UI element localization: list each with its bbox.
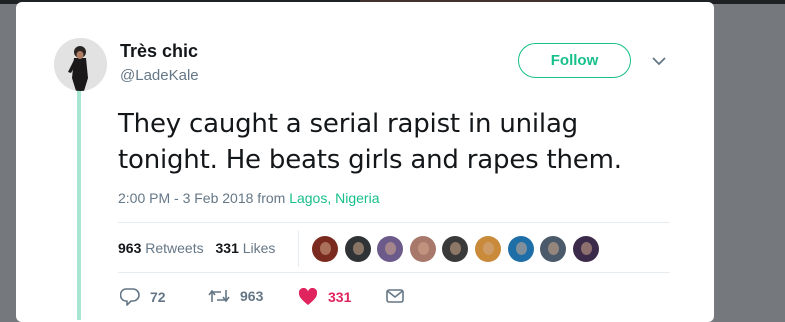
tweet-stats: 963 Retweets 331 Likes [118, 240, 275, 256]
liker-avatar-3[interactable] [377, 236, 404, 262]
reply-icon [120, 288, 140, 306]
retweets-stat[interactable]: 963 Retweets [118, 240, 204, 256]
chevron-down-icon[interactable] [650, 54, 668, 68]
message-button[interactable] [386, 288, 404, 304]
retweets-count: 963 [118, 240, 142, 256]
reply-button[interactable]: 72 [120, 288, 166, 306]
likes-count: 331 [215, 240, 239, 256]
liker-avatar-9[interactable] [572, 236, 599, 262]
divider-bottom [118, 272, 670, 273]
author-handle[interactable]: @LadeKale [120, 67, 199, 84]
heart-icon [298, 288, 318, 306]
thread-line [77, 90, 81, 320]
tweet-location[interactable]: Lagos, Nigeria [289, 190, 379, 206]
retweet-button[interactable]: 963 [208, 288, 263, 304]
tweet-timestamp[interactable]: 2:00 PM - 3 Feb 2018 from [118, 190, 285, 206]
liker-avatar-1[interactable] [312, 236, 338, 262]
author-name[interactable]: Très chic [120, 41, 198, 62]
divider-top [118, 222, 670, 223]
liker-avatar-2[interactable] [344, 236, 371, 262]
like-count: 331 [328, 289, 352, 305]
tweet-meta: 2:00 PM - 3 Feb 2018 from Lagos, Nigeria [118, 190, 379, 206]
message-icon [386, 288, 404, 304]
liker-avatar-6[interactable] [474, 236, 501, 262]
stats-divider [298, 231, 299, 267]
reply-count: 72 [150, 289, 166, 305]
follow-button[interactable]: Follow [518, 43, 631, 78]
liker-avatar-5[interactable] [442, 236, 469, 262]
author-avatar[interactable] [54, 38, 107, 91]
retweet-icon [208, 288, 230, 304]
retweet-count: 963 [240, 288, 264, 304]
like-button[interactable]: 331 [298, 288, 351, 306]
liker-avatar-7[interactable] [507, 236, 534, 262]
liker-avatar-4[interactable] [409, 236, 436, 262]
likes-label: Likes [242, 240, 276, 256]
retweets-label: Retweets [145, 240, 204, 256]
liker-avatar-8[interactable] [540, 236, 567, 262]
tweet-text: They caught a serial rapist in unilag to… [118, 109, 622, 175]
likes-stat[interactable]: 331 Likes [216, 240, 276, 256]
likers-avatars [312, 236, 605, 262]
